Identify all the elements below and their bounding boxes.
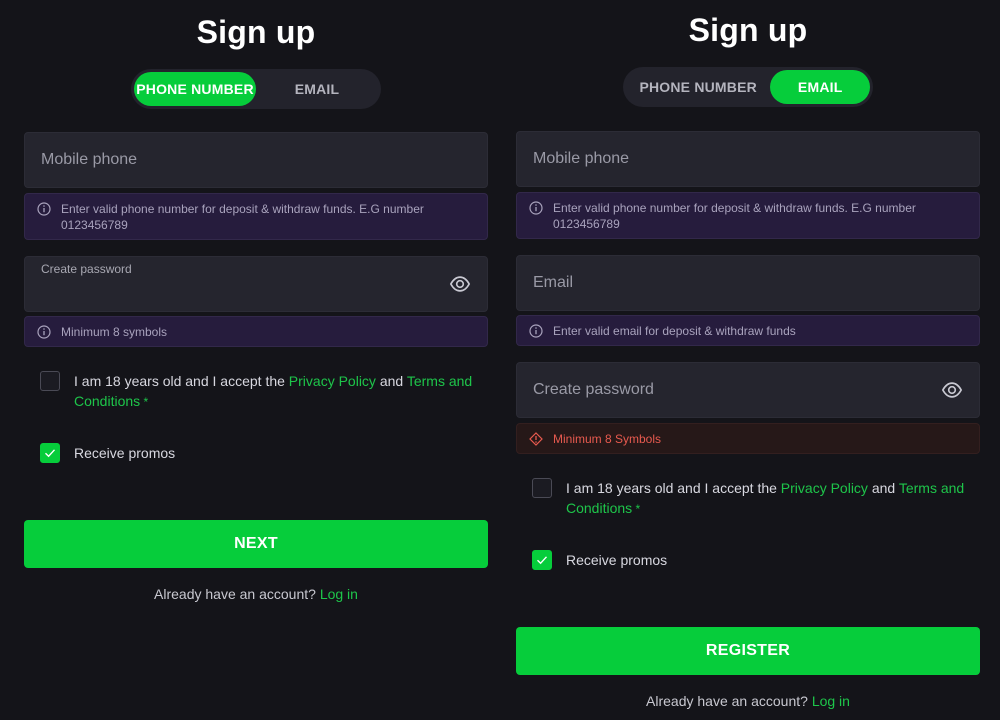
password-error-text: Minimum 8 Symbols	[553, 432, 662, 446]
promos-label: Receive promos	[74, 445, 176, 461]
email-hint-text: Enter valid email for deposit & withdraw…	[553, 324, 796, 338]
terms-prefix: I am 18 years old and I accept the	[566, 480, 781, 496]
terms-checkbox[interactable]	[532, 478, 552, 498]
check-icon	[537, 556, 548, 565]
mobile-phone-hint-text: Enter valid phone number for deposit & w…	[553, 201, 916, 231]
login-prompt-text: Already have an account?	[154, 586, 320, 602]
terms-prefix: I am 18 years old and I accept the	[74, 373, 289, 389]
create-password-label: Create password	[41, 262, 132, 276]
promos-checkbox[interactable]	[40, 443, 60, 463]
page-title: Sign up	[196, 14, 316, 50]
check-icon	[45, 449, 56, 458]
password-error: Minimum 8 Symbols	[516, 423, 980, 454]
privacy-policy-link[interactable]: Privacy Policy	[781, 480, 868, 496]
email-hint: Enter valid email for deposit & withdraw…	[516, 315, 980, 346]
terms-row: I am 18 years old and I accept the Priva…	[40, 371, 480, 412]
tab-phone-number[interactable]: PHONE NUMBER	[134, 72, 256, 106]
mobile-phone-placeholder: Mobile phone	[41, 151, 138, 168]
create-password-input[interactable]: Create password	[516, 362, 980, 418]
required-mark: *	[632, 502, 641, 516]
promos-row: Receive promos	[40, 443, 480, 463]
signup-method-toggle: PHONE NUMBER EMAIL	[623, 67, 873, 107]
email-placeholder: Email	[533, 274, 574, 291]
page-title: Sign up	[688, 12, 808, 48]
terms-row: I am 18 years old and I accept the Priva…	[532, 478, 972, 519]
required-mark: *	[140, 395, 149, 409]
mobile-phone-input[interactable]: Mobile phone	[516, 131, 980, 187]
info-icon	[529, 323, 543, 338]
privacy-policy-link[interactable]: Privacy Policy	[289, 373, 376, 389]
terms-and: and	[375, 373, 407, 389]
password-hint: Minimum 8 symbols	[24, 316, 488, 347]
terms-and: and	[867, 480, 899, 496]
eye-icon[interactable]	[449, 273, 471, 295]
promos-checkbox[interactable]	[532, 550, 552, 570]
info-icon	[37, 324, 51, 339]
create-password-placeholder: Create password	[533, 381, 654, 398]
warning-icon	[529, 431, 543, 446]
login-prompt-text: Already have an account?	[646, 693, 812, 709]
eye-icon[interactable]	[941, 379, 963, 401]
terms-text: I am 18 years old and I accept the Priva…	[566, 478, 972, 519]
tab-email[interactable]: EMAIL	[256, 72, 378, 106]
mobile-phone-hint: Enter valid phone number for deposit & w…	[516, 192, 980, 239]
login-prompt: Already have an account? Log in	[516, 693, 980, 709]
login-link[interactable]: Log in	[812, 693, 850, 709]
password-hint-text: Minimum 8 symbols	[61, 325, 168, 339]
tab-email[interactable]: EMAIL	[770, 70, 870, 104]
mobile-phone-placeholder: Mobile phone	[533, 150, 630, 167]
mobile-phone-hint: Enter valid phone number for deposit & w…	[24, 193, 488, 240]
terms-checkbox[interactable]	[40, 371, 60, 391]
next-button[interactable]: NEXT	[24, 520, 488, 568]
email-input[interactable]: Email	[516, 255, 980, 311]
promos-row: Receive promos	[532, 550, 972, 570]
mobile-phone-hint-text: Enter valid phone number for deposit & w…	[61, 202, 424, 232]
login-link[interactable]: Log in	[320, 586, 358, 602]
signup-method-toggle: PHONE NUMBER EMAIL	[131, 69, 381, 109]
mobile-phone-input[interactable]: Mobile phone	[24, 132, 488, 188]
tab-phone-number[interactable]: PHONE NUMBER	[626, 70, 770, 104]
register-button[interactable]: REGISTER	[516, 627, 980, 675]
terms-text: I am 18 years old and I accept the Priva…	[74, 371, 480, 412]
promos-label: Receive promos	[566, 552, 668, 568]
create-password-input[interactable]: Create password	[24, 256, 488, 312]
info-icon	[529, 201, 543, 215]
info-icon	[37, 202, 51, 216]
login-prompt: Already have an account? Log in	[24, 586, 488, 602]
